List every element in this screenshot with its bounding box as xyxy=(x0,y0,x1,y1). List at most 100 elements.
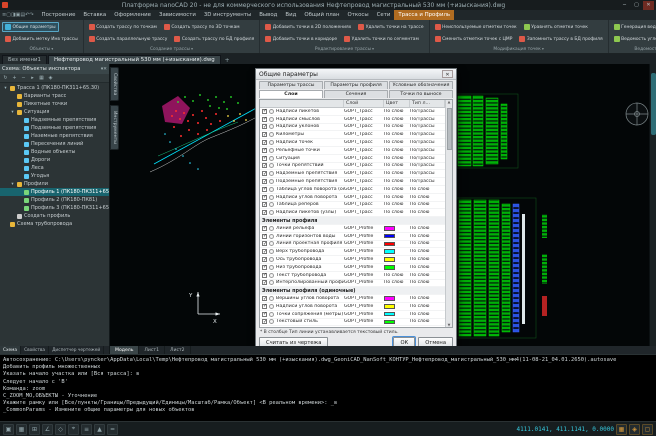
panel-tab-properties[interactable]: Свойства xyxy=(21,346,49,354)
tab-otkosy[interactable]: Откосы xyxy=(344,10,373,20)
row-linetype[interactable]: По слою xyxy=(410,273,445,278)
table-row[interactable]: Надземные препятствия GOPT_Трасс По слою… xyxy=(260,170,445,178)
row-linetype[interactable]: По слою xyxy=(410,195,445,200)
row-visibility-checkbox[interactable] xyxy=(262,280,267,285)
row-linetype[interactable]: По слою xyxy=(410,304,445,309)
row-layer[interactable]: GOPT_Profile xyxy=(344,234,384,239)
row-color[interactable] xyxy=(384,320,410,325)
row-color[interactable] xyxy=(384,242,410,247)
row-color[interactable]: По слою xyxy=(384,148,410,153)
column-header-layer[interactable]: Слой xyxy=(344,100,384,107)
row-layer[interactable]: GOPT_Трасс xyxy=(344,124,384,129)
row-layer[interactable]: GOPT_Трасс xyxy=(344,179,384,184)
row-visibility-checkbox[interactable] xyxy=(262,257,267,262)
add-object-icon[interactable]: + xyxy=(11,75,18,81)
row-color[interactable] xyxy=(384,226,410,231)
dialog-title-bar[interactable]: Общие параметры ✕ xyxy=(256,69,456,80)
ok-button[interactable]: ОК xyxy=(393,337,415,346)
tab-zavisimosti[interactable]: Зависимости xyxy=(155,10,200,20)
docked-panel-tools[interactable]: Инструменты xyxy=(110,105,119,150)
dialog-tab-output-points[interactable]: Точки по выносе xyxy=(389,90,453,98)
update-marks-from-dtm-button[interactable]: Сменить отметки точек с ЦМР xyxy=(432,34,516,44)
table-row[interactable]: Надписи углов поворота GOPT_Profile По с… xyxy=(260,303,445,311)
row-visibility-checkbox[interactable] xyxy=(262,304,267,309)
row-color[interactable]: По слою xyxy=(384,195,410,200)
tab-oformlenie[interactable]: Оформление xyxy=(110,10,155,20)
row-linetype[interactable]: По/Трассы xyxy=(410,163,445,168)
row-color[interactable]: По слою xyxy=(384,132,410,137)
tree-item[interactable]: Леса xyxy=(0,164,109,172)
minimize-button[interactable]: ─ xyxy=(619,1,630,10)
row-linetype[interactable]: По слою xyxy=(410,241,445,246)
table-row[interactable]: Линия рельефа GOPT_Profile По слою xyxy=(260,225,445,233)
table-row[interactable]: Таблица реперов GOPT_Трасс По слою По сл… xyxy=(260,202,445,210)
row-color[interactable]: По слою xyxy=(384,280,410,285)
table-row[interactable]: Таблица углов поворота (основная линия) … xyxy=(260,186,445,194)
row-visibility-checkbox[interactable] xyxy=(262,226,267,231)
table-row[interactable]: Низ трубопровода GOPT_Profile По слою xyxy=(260,264,445,272)
panel-tab-sheet-manager[interactable]: Диспетчер чертежей xyxy=(49,346,104,354)
canvas-scrollbar-thumb[interactable] xyxy=(651,73,656,135)
tab-trassa-i-profil[interactable]: Трасса и Профиль xyxy=(394,10,454,20)
unused-point-marks-button[interactable]: Неиспользуемые отметки точек xyxy=(432,22,520,32)
row-linetype[interactable]: По слою xyxy=(410,319,445,324)
scroll-down-icon[interactable]: ▼ xyxy=(446,323,452,327)
tab-vyvod[interactable]: Вывод xyxy=(255,10,281,20)
dialog-close-button[interactable]: ✕ xyxy=(442,70,453,78)
row-linetype[interactable]: По/Трассы xyxy=(410,140,445,145)
tree-item[interactable]: Профиль 1 (ПК180-ПК311+65.30) (+исходный… xyxy=(0,188,109,196)
row-linetype[interactable]: По/Трассы xyxy=(410,148,445,153)
tab-obshchiy-plan[interactable]: Общий план xyxy=(300,10,343,20)
create-route-by-3d-points-button[interactable]: Создать трассу по 3D точкам xyxy=(161,22,243,32)
turn-angles-report-button[interactable]: Ведомость углов поворота xyxy=(611,34,656,44)
refresh-icon[interactable]: ↻ xyxy=(2,75,9,81)
row-visibility-checkbox[interactable] xyxy=(262,241,267,246)
color-swatch[interactable] xyxy=(384,296,395,301)
row-linetype[interactable]: По слою xyxy=(410,312,445,317)
row-color[interactable]: По слою xyxy=(384,171,410,176)
row-visibility-checkbox[interactable] xyxy=(262,109,267,114)
tree-item[interactable]: Схема трубопровода xyxy=(0,220,109,228)
table-row[interactable]: Линии горизонтов воды GOPT_Profile По сл… xyxy=(260,233,445,241)
row-layer[interactable]: GOPT_Profile xyxy=(344,280,384,285)
tree-item[interactable]: Водные объекты xyxy=(0,148,109,156)
table-row[interactable]: Надписи пикетов (узлы) GOPT_Трасс По сло… xyxy=(260,209,445,217)
table-row[interactable]: Текстовый стиль GOPT_Profile По слою xyxy=(260,319,445,327)
close-button[interactable]: ✕ xyxy=(643,1,654,10)
table-row[interactable]: Надписи точек GOPT_Трасс По слою По/Трас… xyxy=(260,139,445,147)
panel-tab-schema[interactable]: Схема xyxy=(0,346,21,354)
row-color[interactable] xyxy=(384,249,410,254)
row-color[interactable] xyxy=(384,312,410,317)
row-linetype[interactable]: По слою xyxy=(410,226,445,231)
row-visibility-checkbox[interactable] xyxy=(262,148,267,153)
row-layer[interactable]: GOPT_Трасс xyxy=(344,195,384,200)
canvas-vertical-scrollbar[interactable] xyxy=(649,64,656,346)
table-row[interactable]: Вершины углов поворота GOPT_Profile По с… xyxy=(260,295,445,303)
delete-points-by-segments-button[interactable]: Удалить точки по сегментам xyxy=(341,34,422,44)
row-color[interactable] xyxy=(384,257,410,262)
store-route-to-profile-db-button[interactable]: Запомнить трассу в БД профиля xyxy=(516,34,605,44)
delete-route-points-button[interactable]: Удалить точки на трассе xyxy=(355,22,426,32)
tree-item[interactable]: ▾ Трасса 1 (ПК180-ПК311+65.30) xyxy=(0,84,109,92)
row-color[interactable]: По слою xyxy=(384,163,410,168)
row-visibility-checkbox[interactable] xyxy=(262,234,267,239)
row-visibility-checkbox[interactable] xyxy=(262,179,267,184)
row-color[interactable]: По слою xyxy=(384,210,410,215)
color-swatch[interactable] xyxy=(384,312,395,317)
row-color[interactable] xyxy=(384,304,410,309)
dialog-tab-sections[interactable]: Сечения xyxy=(324,90,388,98)
row-linetype[interactable]: По/Трассы xyxy=(410,124,445,129)
model-tab[interactable]: Модель xyxy=(110,346,139,354)
row-visibility-checkbox[interactable] xyxy=(262,140,267,145)
redo-icon[interactable]: ↷ xyxy=(29,12,33,18)
color-swatch[interactable] xyxy=(384,242,395,247)
column-header-color[interactable]: Цвет xyxy=(384,100,410,107)
row-color[interactable]: По слою xyxy=(384,109,410,114)
tree-item[interactable]: Профиль 2 (ПК180-ПК81) xyxy=(0,196,109,204)
layout-tab-1[interactable]: Лист1 xyxy=(139,346,165,354)
row-color[interactable]: По слою xyxy=(384,187,410,192)
ribbon-group-title[interactable]: Ведомости xyxy=(611,45,656,53)
row-visibility-checkbox[interactable] xyxy=(262,312,267,317)
row-linetype[interactable]: По слою xyxy=(410,202,445,207)
row-visibility-checkbox[interactable] xyxy=(262,124,267,129)
